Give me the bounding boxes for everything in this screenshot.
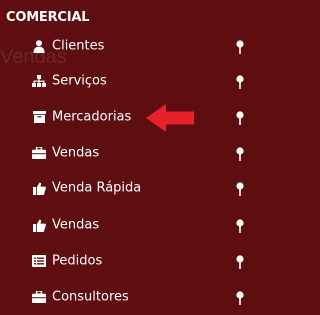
menu-item-label: Venda Rápida: [52, 180, 142, 196]
thumbs-up-icon: [32, 181, 46, 195]
pin-icon[interactable]: [234, 146, 246, 161]
menu-item-vendas[interactable]: Vendas: [0, 135, 269, 171]
pin-icon[interactable]: [234, 39, 246, 54]
thumbs-up-icon: [32, 218, 46, 232]
menu-item-label: Vendas: [52, 145, 100, 161]
menu-item-label: Clientes: [52, 38, 105, 54]
pin-icon[interactable]: [234, 218, 246, 233]
menu-item-venda-rapida[interactable]: Venda Rápida: [0, 170, 269, 206]
menu-item-clientes[interactable]: Clientes: [0, 28, 269, 64]
menu-item-mercadorias[interactable]: Mercadorias: [0, 99, 269, 135]
pin-icon[interactable]: [234, 254, 246, 269]
pin-icon[interactable]: [234, 181, 246, 196]
menu-item-vendas-2[interactable]: Vendas: [0, 207, 269, 243]
briefcase-icon: [32, 146, 46, 160]
pin-icon[interactable]: [234, 110, 246, 125]
pin-icon[interactable]: [234, 74, 246, 89]
pin-icon[interactable]: [234, 290, 246, 305]
list-alt-icon: [32, 254, 46, 268]
menu-item-consultores[interactable]: Consultores: [0, 279, 269, 315]
menu-item-pedidos[interactable]: Pedidos: [0, 243, 269, 279]
section-title: COMERCIAL: [6, 10, 90, 25]
sitemap-icon: [32, 74, 46, 88]
menu-item-label: Mercadorias: [52, 109, 132, 125]
archive-box-icon: [32, 110, 46, 124]
briefcase-icon: [32, 290, 46, 304]
annotation-arrow-icon: [146, 104, 194, 132]
menu-item-servicos[interactable]: Serviços: [0, 63, 269, 99]
menu-item-label: Pedidos: [52, 253, 103, 269]
menu-item-label: Vendas: [52, 217, 100, 233]
user-icon: [32, 39, 46, 53]
sidebar-menu: COMERCIAL Clientes Serviços Mercadorias: [0, 0, 269, 314]
menu-item-label: Consultores: [52, 289, 129, 305]
menu-item-label: Serviços: [52, 73, 107, 89]
